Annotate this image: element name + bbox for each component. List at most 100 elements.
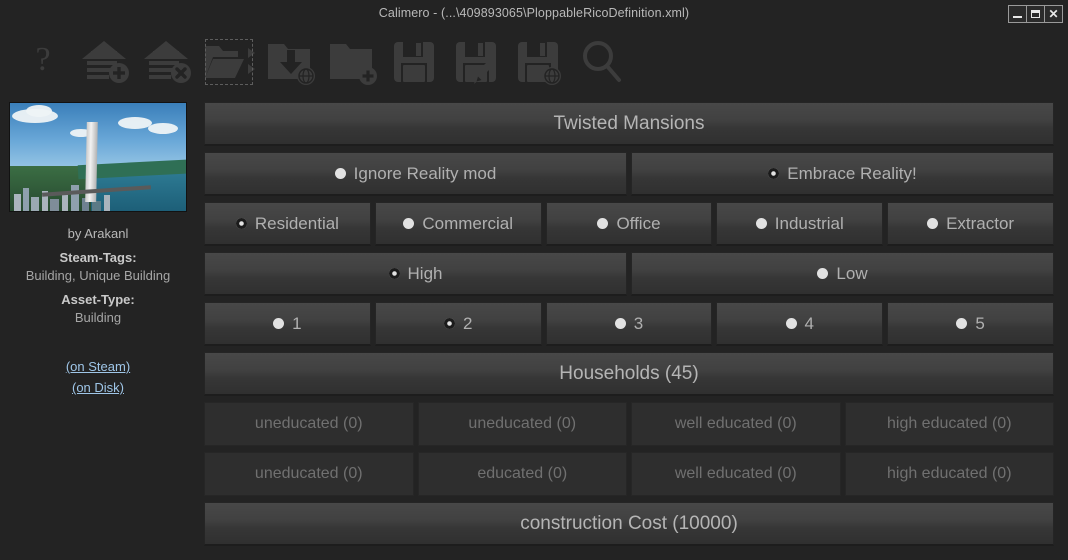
close-button[interactable]: ✕: [1044, 5, 1063, 23]
radio-icon: [768, 168, 780, 179]
open-folder-button[interactable]: [200, 34, 258, 90]
category-row: Residential Commercial Office Industrial…: [204, 202, 1054, 246]
workers-row-2: uneducated (0) educated (0) well educate…: [204, 452, 1054, 496]
workers-uneducated-1: uneducated (0): [204, 402, 414, 446]
maximize-button[interactable]: [1026, 5, 1045, 23]
households-row: Households (45): [204, 352, 1054, 396]
radio-icon: [273, 318, 285, 329]
save-globe-icon: [518, 42, 561, 85]
households-button[interactable]: Households (45): [204, 352, 1054, 396]
radio-icon: [235, 218, 247, 229]
workers-row-1: uneducated (0) uneducated (0) well educa…: [204, 402, 1054, 446]
open-folder-icon: [205, 46, 255, 78]
level-1[interactable]: 1: [204, 302, 371, 346]
option-label: Ignore Reality mod: [353, 163, 497, 183]
density-high[interactable]: High: [204, 252, 627, 296]
save-edit-icon: [456, 42, 496, 84]
level-5[interactable]: 5: [887, 302, 1054, 346]
category-label: Industrial: [774, 213, 844, 233]
steam-tags-value: Building, Unique Building: [25, 268, 171, 283]
category-extractor[interactable]: Extractor: [887, 202, 1054, 246]
save-button[interactable]: [386, 34, 444, 90]
asset-type-value: Building: [74, 310, 122, 325]
category-office[interactable]: Office: [545, 202, 713, 246]
title-bar: Calimero - (...\409893065\PloppableRicoD…: [0, 0, 1068, 28]
cloud: [118, 117, 152, 129]
remove-building-icon: [144, 41, 191, 83]
radio-icon: [443, 318, 455, 329]
level-label: 2: [462, 313, 473, 333]
maximize-icon: [1031, 10, 1040, 18]
workers-high-educated-2: high educated (0): [844, 452, 1054, 496]
radio-icon: [755, 218, 767, 229]
category-label: Residential: [254, 213, 339, 233]
density-label: Low: [836, 263, 868, 283]
application-window: Calimero - (...\409893065\PloppableRicoD…: [0, 0, 1068, 560]
workers-uneducated-2: uneducated (0): [204, 452, 414, 496]
folder-add-button[interactable]: [324, 34, 382, 90]
content-area: by Arakanl Steam-Tags: Building, Unique …: [0, 96, 1068, 560]
remove-building-button[interactable]: [138, 34, 196, 90]
link-on-steam[interactable]: (on Steam): [66, 359, 130, 374]
asset-name-row: Twisted Mansions: [204, 102, 1054, 146]
category-industrial[interactable]: Industrial: [716, 202, 884, 246]
steam-tags-label: Steam-Tags:: [59, 250, 137, 265]
search-button[interactable]: [572, 34, 630, 90]
category-label: Office: [616, 213, 661, 233]
workers-educated-2: educated (0): [417, 452, 627, 496]
category-commercial[interactable]: Commercial: [374, 202, 542, 246]
reality-options-row: Ignore Reality mod Embrace Reality!: [204, 152, 1054, 196]
density-label: High: [407, 263, 443, 283]
radio-icon: [817, 268, 829, 279]
save-icon: [394, 42, 434, 82]
category-label: Commercial: [422, 213, 514, 233]
radio-icon: [334, 168, 346, 179]
folder-download-globe-button[interactable]: [262, 34, 320, 90]
radio-icon: [785, 318, 797, 329]
svg-text:?: ?: [35, 41, 50, 78]
level-row: 1 2 3 4 5: [204, 302, 1054, 346]
density-low[interactable]: Low: [631, 252, 1054, 296]
help-button[interactable]: ?: [14, 34, 72, 90]
folder-add-icon: [330, 44, 377, 85]
level-label: 5: [975, 313, 985, 333]
workers-well-educated-2: well educated (0): [631, 452, 841, 496]
radio-icon: [927, 218, 939, 229]
construction-cost-button[interactable]: construction Cost (10000): [204, 502, 1054, 546]
minimize-icon: [1013, 16, 1022, 18]
link-on-disk[interactable]: (on Disk): [72, 380, 124, 395]
save-edit-button[interactable]: [448, 34, 506, 90]
construction-cost-row: construction Cost (10000): [204, 502, 1054, 546]
window-controls: ✕: [1008, 5, 1063, 23]
option-ignore-reality-mod[interactable]: Ignore Reality mod: [204, 152, 627, 196]
workers-well-educated-1: well educated (0): [631, 402, 841, 446]
level-label: 1: [292, 313, 302, 333]
level-4[interactable]: 4: [716, 302, 884, 346]
cloud: [26, 105, 52, 117]
save-globe-button[interactable]: [510, 34, 568, 90]
radio-icon: [388, 268, 400, 279]
workers-high-educated-1: high educated (0): [844, 402, 1054, 446]
asset-thumbnail: [9, 102, 187, 212]
level-3[interactable]: 3: [545, 302, 713, 346]
radio-icon: [956, 318, 968, 329]
cloud: [148, 123, 178, 134]
radio-icon: [403, 218, 415, 229]
level-label: 4: [804, 313, 815, 333]
level-label: 3: [633, 313, 644, 333]
asset-author: by Arakanl: [67, 226, 129, 241]
option-embrace-reality[interactable]: Embrace Reality!: [631, 152, 1054, 196]
radio-icon: [614, 318, 626, 329]
folder-download-globe-icon: [268, 44, 315, 85]
settings-panel: Twisted Mansions Ignore Reality mod Embr…: [200, 96, 1068, 560]
window-title: Calimero - (...\409893065\PloppableRicoD…: [378, 6, 690, 20]
minimize-button[interactable]: [1008, 5, 1027, 23]
asset-name-button[interactable]: Twisted Mansions: [204, 102, 1054, 146]
workers-educated-1: uneducated (0): [417, 402, 627, 446]
toolbar: ?: [0, 28, 1068, 96]
add-building-button[interactable]: [76, 34, 134, 90]
category-label: Extractor: [946, 213, 1015, 233]
add-building-icon: [82, 41, 129, 83]
level-2[interactable]: 2: [374, 302, 542, 346]
category-residential[interactable]: Residential: [204, 202, 371, 246]
